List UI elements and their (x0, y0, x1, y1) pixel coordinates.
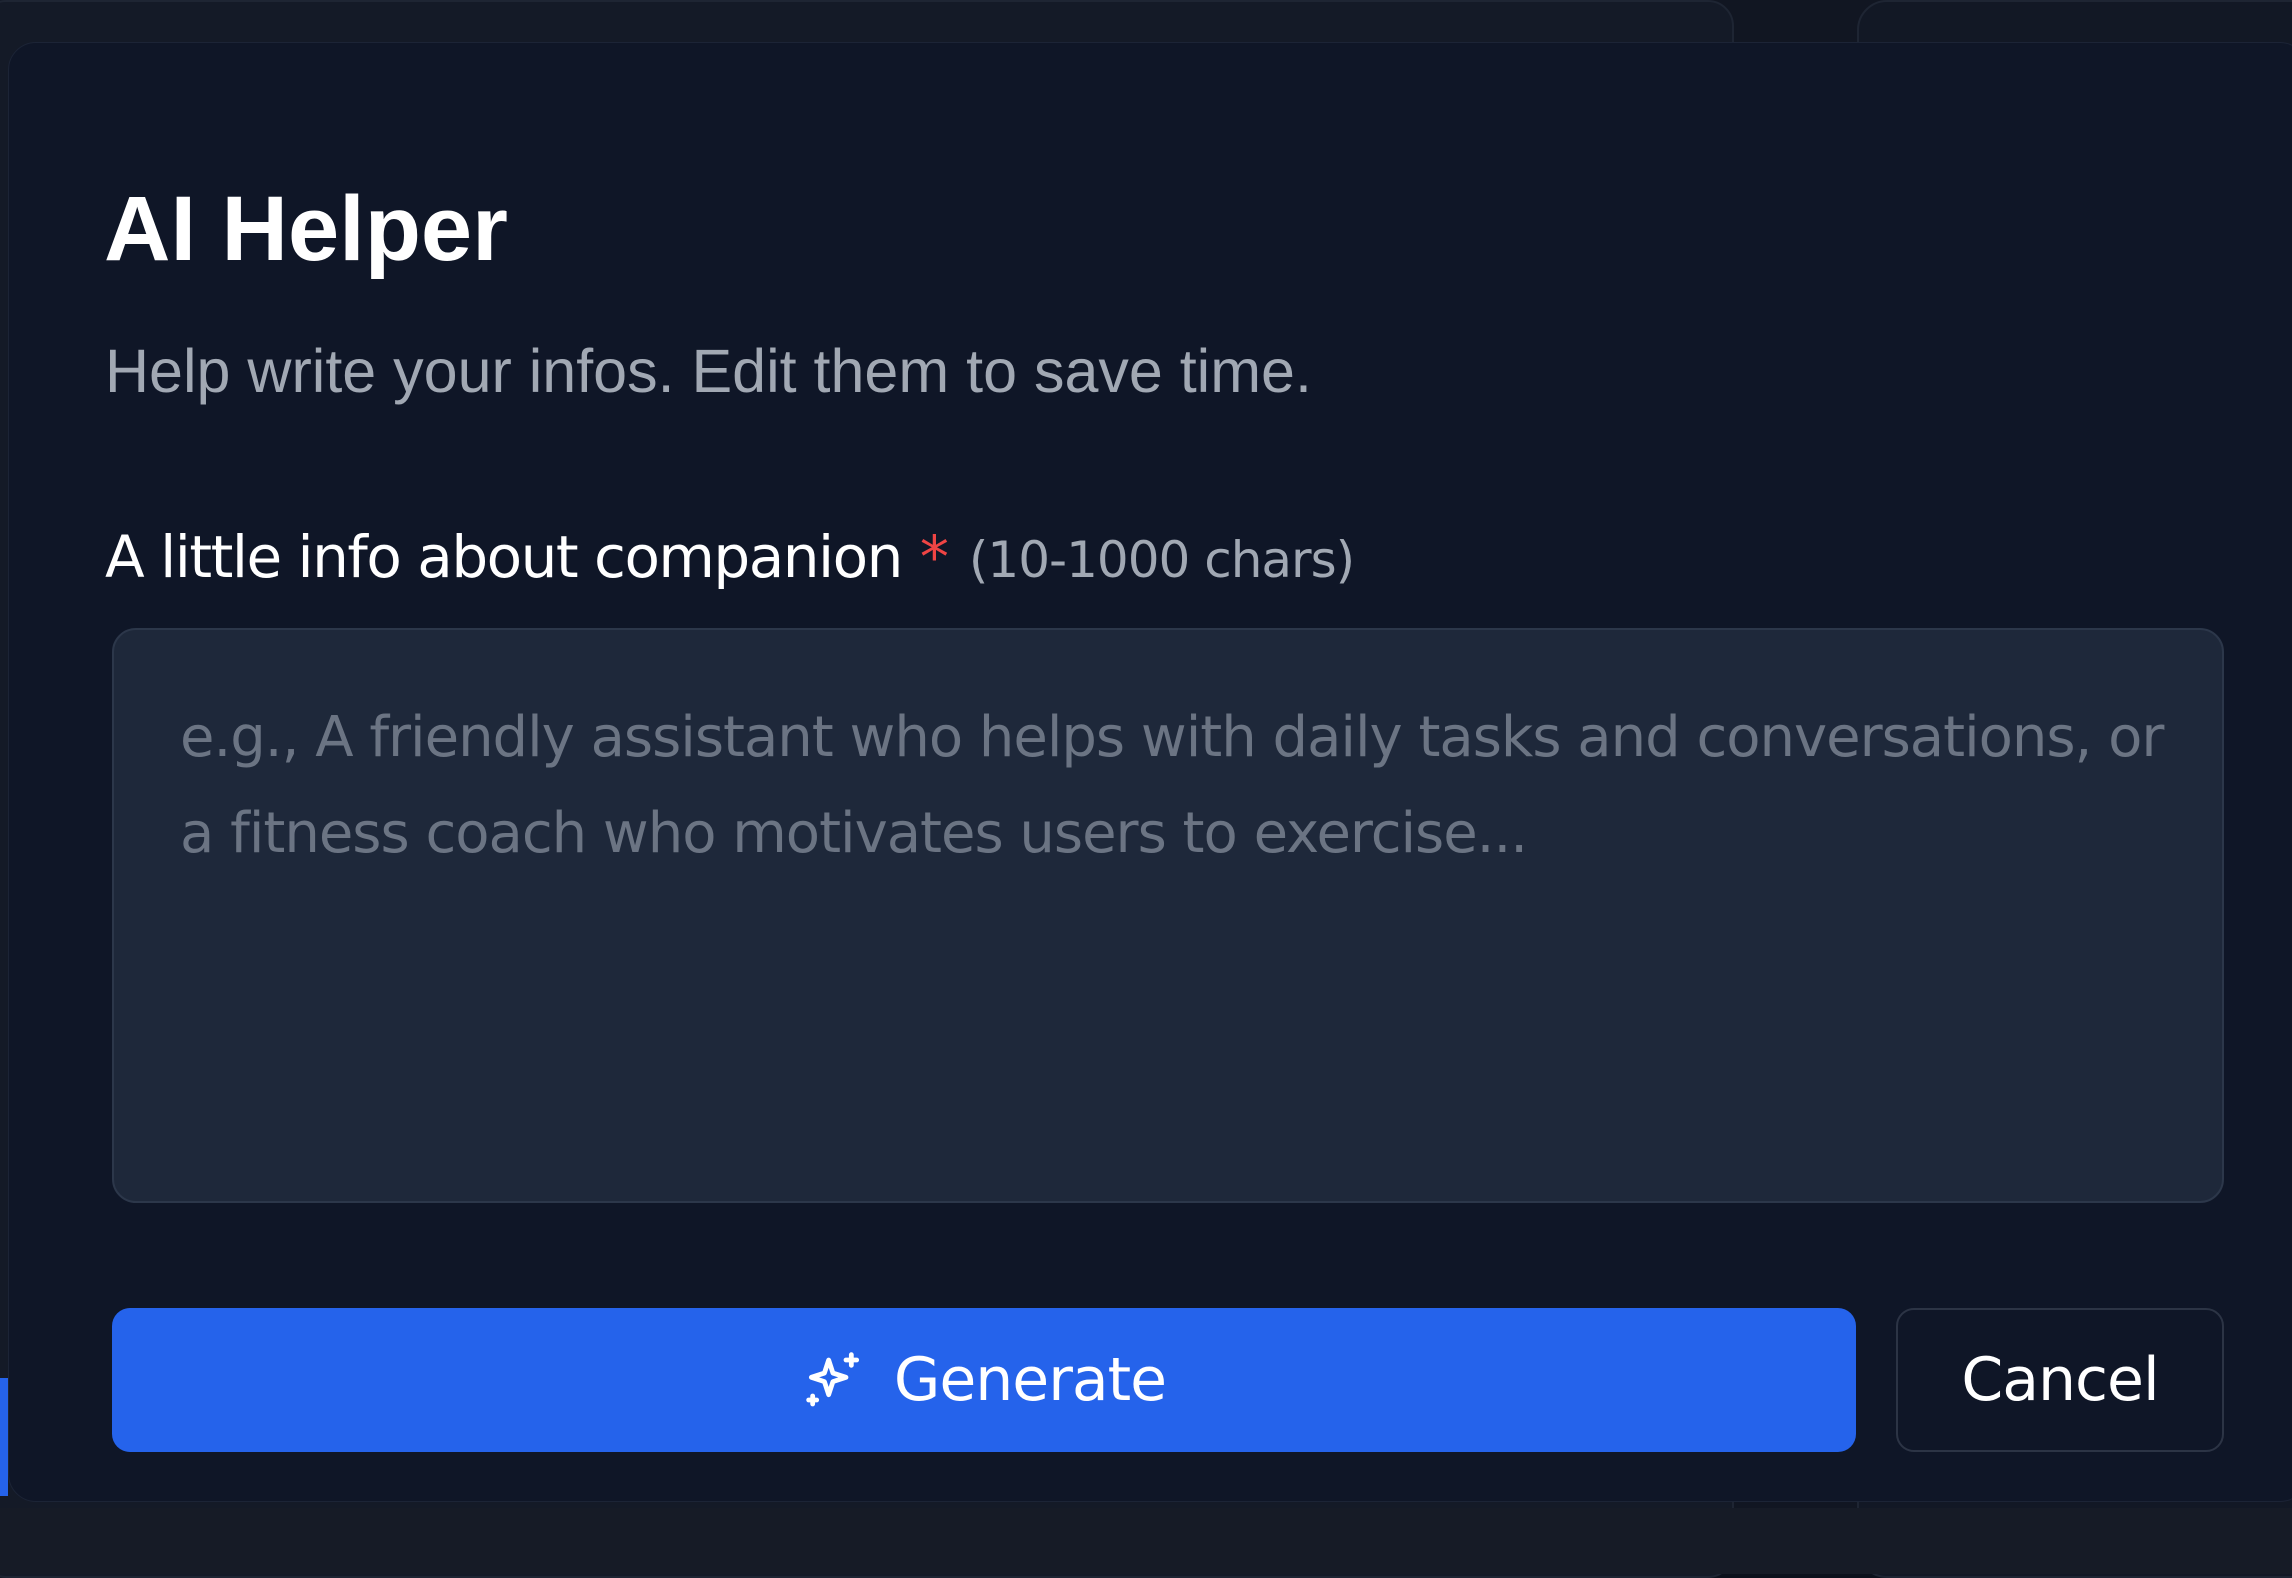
generate-button-label: Generate (893, 1345, 1167, 1415)
companion-info-textarea[interactable] (112, 628, 2224, 1203)
companion-info-label-row: A little info about companion * (10-1000… (105, 523, 1355, 591)
generate-button[interactable]: Generate (112, 1308, 1856, 1452)
background-footer (0, 1508, 2292, 1574)
background-accent (0, 1378, 8, 1496)
companion-info-label: A little info about companion (105, 523, 903, 591)
ai-helper-dialog: AI Helper Help write your infos. Edit th… (8, 42, 2292, 1502)
cancel-button[interactable]: Cancel (1896, 1308, 2224, 1452)
dialog-description: Help write your infos. Edit them to save… (105, 337, 1312, 405)
required-asterisk: * (919, 523, 949, 591)
char-limit-hint: (10-1000 chars) (968, 531, 1355, 589)
sparkle-icon (802, 1348, 866, 1412)
dialog-title: AI Helper (104, 178, 508, 280)
